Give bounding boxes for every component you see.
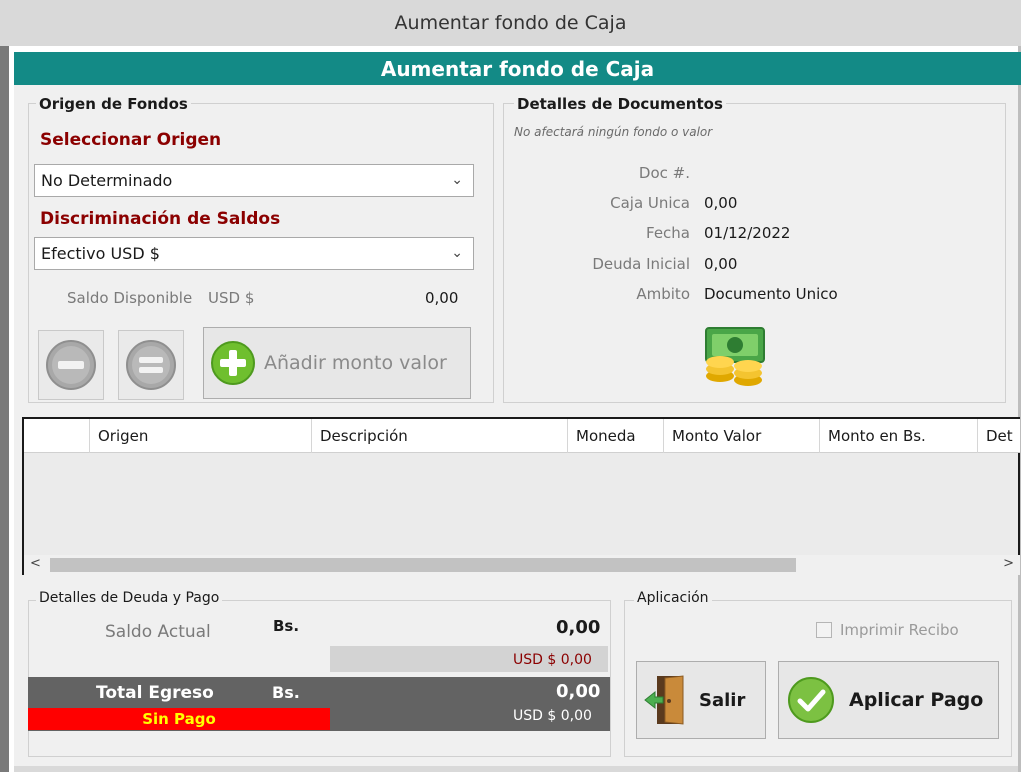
discriminacion-select-value: Efectivo USD $ (41, 244, 160, 263)
window-bottom-edge (14, 766, 1018, 772)
checkbox-box[interactable] (816, 622, 832, 638)
discriminacion-label: Discriminación de Saldos (40, 209, 281, 229)
aplicar-pago-button[interactable]: Aplicar Pago (778, 661, 999, 739)
equal-button[interactable] (118, 330, 184, 400)
chevron-down-icon: ⌄ (451, 172, 463, 188)
saldo-actual-label: Saldo Actual (105, 622, 211, 642)
fecha-value: 01/12/2022 (704, 224, 791, 242)
fecha-label: Fecha (646, 224, 690, 242)
grid-hscroll-thumb[interactable] (50, 558, 796, 572)
detalles-legend: Detalles de Documentos (514, 95, 726, 113)
aplicar-pago-label: Aplicar Pago (849, 689, 984, 711)
col-monto-bs[interactable]: Monto en Bs. (820, 419, 978, 453)
add-monto-label: Añadir monto valor (264, 352, 447, 374)
scroll-right-icon[interactable]: > (1003, 556, 1014, 571)
deuda-inicial-value: 0,00 (704, 255, 738, 273)
doc-num-label: Doc #. (638, 164, 690, 182)
chevron-down-icon: ⌄ (451, 245, 463, 261)
saldo-currency: Bs. (273, 617, 300, 635)
grid-hscrollbar[interactable]: < > (24, 555, 1020, 575)
status-bar: Sin Pago (28, 708, 330, 730)
total-egreso-value: 0,00 (556, 681, 601, 702)
origen-legend: Origen de Fondos (36, 95, 191, 113)
imprimir-recibo-checkbox[interactable]: Imprimir Recibo (816, 621, 959, 639)
caja-unica-value: 0,00 (704, 194, 738, 212)
saldo-actual-value: 0,00 (556, 617, 601, 638)
deuda-inicial-label: Deuda Inicial (592, 255, 690, 273)
saldo-actual-usd: USD $ 0,00 (513, 652, 592, 668)
add-monto-button[interactable]: Añadir monto valor (203, 327, 471, 399)
exit-door-icon (644, 675, 684, 725)
minus-circle-icon (46, 340, 96, 390)
grid-row-header (24, 419, 90, 453)
imprimir-recibo-label: Imprimir Recibo (840, 621, 959, 639)
col-monto-valor[interactable]: Monto Valor (664, 419, 820, 453)
discriminacion-select[interactable]: Efectivo USD $ ⌄ (34, 237, 474, 270)
total-egreso-usd: USD $ 0,00 (513, 708, 592, 724)
plus-circle-icon (211, 341, 255, 385)
check-circle-icon (788, 677, 834, 723)
ambito-label: Ambito (636, 285, 690, 303)
salir-label: Salir (699, 689, 746, 711)
col-det[interactable]: Det (978, 419, 1020, 453)
total-egreso-label: Total Egreso (96, 683, 214, 703)
pagos-grid[interactable]: Origen Descripción Moneda Monto Valor Mo… (22, 417, 1020, 575)
total-currency: Bs. (272, 683, 300, 702)
saldo-disponible-value: 0,00 (425, 289, 459, 307)
col-descripcion[interactable]: Descripción (312, 419, 568, 453)
col-moneda[interactable]: Moneda (568, 419, 664, 453)
window-left-edge (0, 46, 9, 772)
form-header: Aumentar fondo de Caja (14, 52, 1021, 85)
ambito-value: Documento Unico (704, 285, 838, 303)
money-coins-icon (705, 327, 765, 386)
detalles-note: No afectará ningún fondo o valor (514, 125, 713, 139)
caja-unica-label: Caja Unica (610, 194, 690, 212)
origen-select[interactable]: No Determinado ⌄ (34, 164, 474, 197)
saldo-disponible-currency: USD $ (208, 289, 255, 307)
seleccionar-origen-label: Seleccionar Origen (40, 130, 222, 150)
scroll-left-icon[interactable]: < (30, 556, 41, 571)
window-title: Aumentar fondo de Caja (0, 0, 1021, 46)
saldo-disponible-label: Saldo Disponible (67, 289, 193, 307)
status-badge: Sin Pago (142, 710, 216, 728)
col-origen[interactable]: Origen (90, 419, 312, 453)
deuda-legend: Detalles de Deuda y Pago (36, 590, 223, 606)
aplicacion-legend: Aplicación (634, 590, 712, 606)
remove-button[interactable] (38, 330, 104, 400)
salir-button[interactable]: Salir (636, 661, 766, 739)
grid-header: Origen Descripción Moneda Monto Valor Mo… (24, 419, 1020, 453)
equal-circle-icon (126, 340, 176, 390)
origen-select-value: No Determinado (41, 171, 173, 190)
